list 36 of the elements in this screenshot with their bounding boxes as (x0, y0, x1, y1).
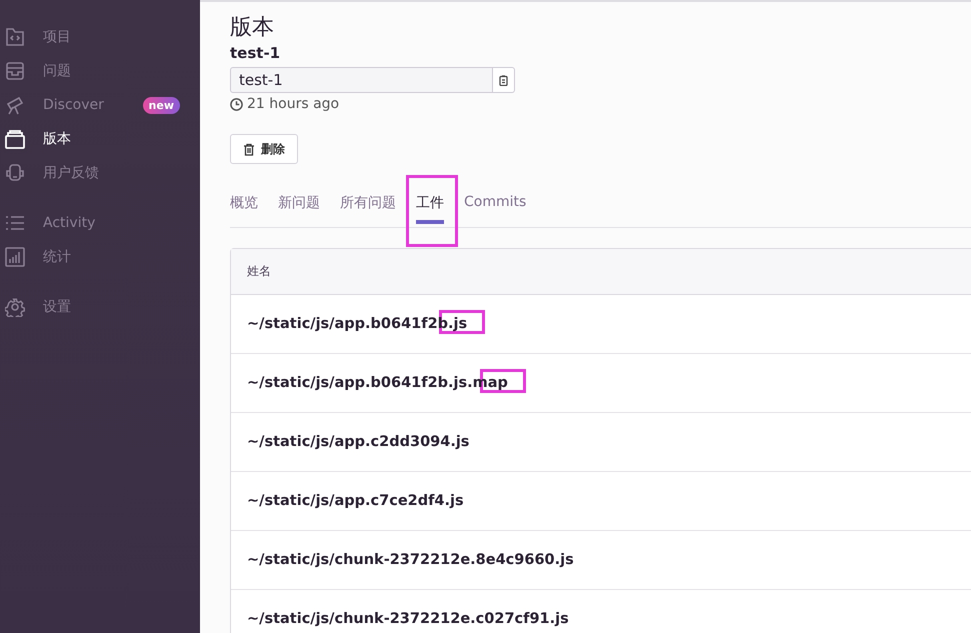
list-icon (5, 213, 25, 233)
tab[interactable]: 新问题 (278, 184, 320, 224)
file-name: ~/static/js/chunk-2372212e.c027cf91.js (247, 611, 569, 627)
clock-icon (230, 98, 243, 110)
new-badge: new (142, 96, 180, 114)
file-name: ~/static/js/app.c7ce2df4.js (247, 493, 464, 509)
tab[interactable]: 工件 (416, 184, 444, 224)
box-icon (5, 129, 25, 149)
headset-icon (5, 163, 25, 183)
file-name: ~/static/js/app.c2dd3094.js (247, 434, 470, 450)
settings-icon (5, 297, 25, 317)
sidebar-item[interactable]: 问题 (0, 54, 200, 88)
file-name: ~/static/js/chunk-2372212e.8e4c9660.js (247, 552, 574, 568)
telescope-icon (5, 95, 25, 115)
release-name: test-1 (230, 44, 282, 62)
sidebar-item[interactable]: 设置 (0, 290, 200, 324)
sidebar-item[interactable]: Discover new (0, 88, 200, 122)
version-field[interactable]: test-1 (230, 67, 493, 93)
inbox-icon (5, 61, 25, 81)
sidebar-item[interactable]: Activity (0, 206, 200, 240)
page-title: 版本 (230, 14, 275, 42)
time-ago: 21 hours ago (247, 96, 340, 112)
tab[interactable]: 概览 (230, 184, 258, 224)
tab[interactable]: Commits (464, 184, 526, 222)
column-header: 姓名 (247, 263, 271, 280)
sidebar-item[interactable]: 统计 (0, 240, 200, 274)
trash-icon (243, 142, 255, 156)
folder-code-icon (5, 27, 25, 47)
sidebar-item[interactable]: 版本 (0, 122, 200, 156)
sidebar-item[interactable]: 用户反馈 (0, 156, 200, 190)
copy-button[interactable] (493, 67, 515, 93)
sidebar-item[interactable]: 项目 (0, 20, 200, 54)
clipboard-icon (499, 74, 508, 86)
bar-chart-icon (5, 247, 25, 267)
tab[interactable]: 所有问题 (340, 184, 396, 224)
delete-button[interactable]: 删除 (230, 134, 298, 164)
